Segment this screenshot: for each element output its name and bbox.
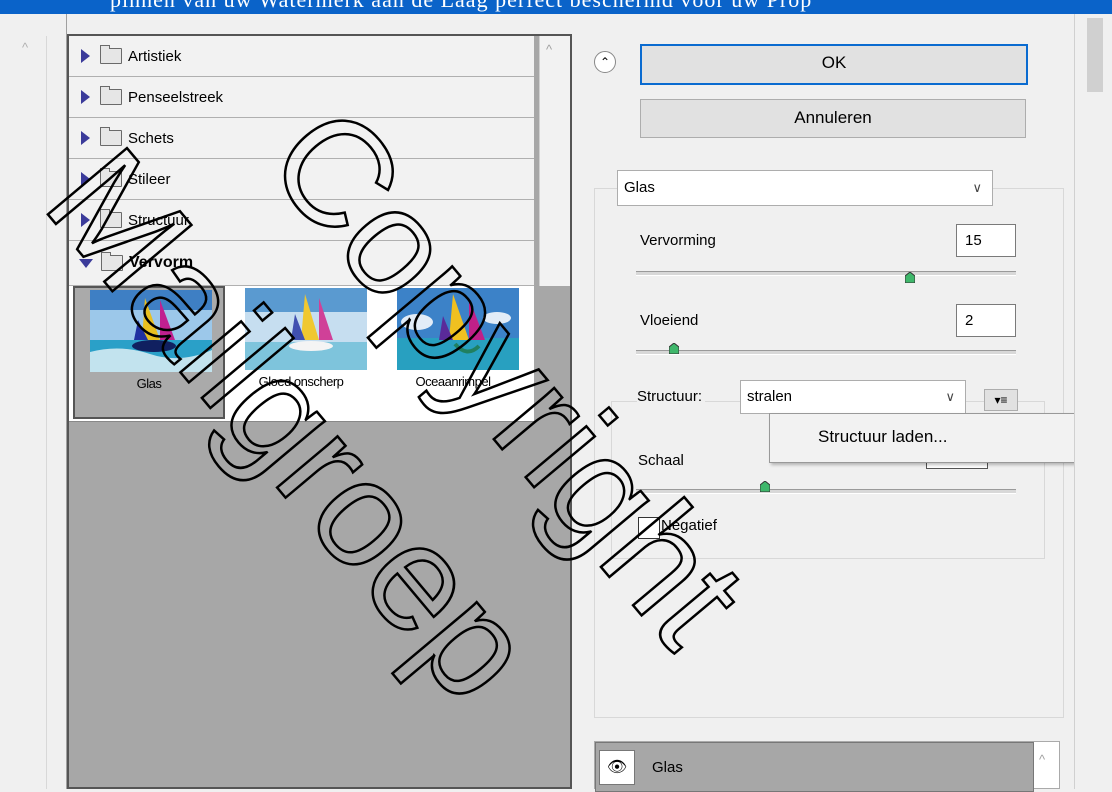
structuur-label: Structuur:	[637, 388, 706, 405]
effect-layer-row[interactable]: 👁 Glas	[595, 742, 1034, 792]
schaal-slider-knob[interactable]	[760, 481, 771, 492]
expand-triangle-icon	[81, 172, 90, 186]
chevron-down-icon: ∨	[945, 389, 955, 404]
gloed-onscherp-preview-image	[245, 288, 367, 370]
cancel-button[interactable]: Annuleren	[640, 99, 1026, 138]
negatief-checkbox[interactable]	[638, 517, 660, 539]
thumbnail-label: Glas	[136, 376, 162, 391]
category-schets[interactable]: Schets	[69, 118, 534, 159]
oceaanrimpel-preview-image	[397, 288, 519, 370]
category-structuur[interactable]: Structuur	[69, 200, 534, 241]
vloeiend-label: Vloeiend	[640, 312, 699, 329]
vervorming-label: Vervorming	[640, 232, 716, 249]
structuur-select-value: stralen	[747, 388, 793, 405]
glas-preview-image	[90, 290, 212, 372]
effect-layer-label: Glas	[652, 759, 683, 776]
window-scrollbar-thumb[interactable]	[1087, 18, 1103, 92]
collapse-triangle-icon	[79, 258, 93, 268]
eye-icon[interactable]: 👁	[599, 750, 635, 785]
category-label: Penseelstreek	[128, 88, 224, 106]
negatief-label: Negatief	[661, 517, 717, 534]
schaal-slider[interactable]	[636, 489, 1016, 494]
thumbnail-gloed-onscherp[interactable]: Gloed onscherp	[225, 286, 377, 419]
category-label: Vervorm	[129, 254, 194, 271]
chevron-down-icon: ∨	[972, 180, 982, 195]
chevron-up-icon[interactable]: ^	[546, 42, 552, 57]
effect-layers-panel: 👁 Glas ^	[594, 741, 1060, 792]
structuur-select[interactable]: stralen ∨	[740, 380, 966, 414]
expand-triangle-icon	[81, 131, 90, 145]
folder-icon	[100, 45, 122, 64]
menu-item-structuur-laden[interactable]: Structuur laden...	[818, 427, 947, 447]
structuur-context-menu: Structuur laden...	[769, 413, 1105, 463]
vervorming-slider[interactable]	[636, 271, 1016, 276]
thumbnail-label: Gloed onscherp	[258, 374, 344, 389]
category-vervorm[interactable]: Vervorm	[69, 241, 534, 286]
folder-icon	[100, 168, 122, 187]
expand-triangle-icon	[81, 90, 90, 104]
panel-menu-icon[interactable]: ▾≡	[984, 389, 1018, 411]
thumbnail-glas[interactable]: Glas	[73, 286, 225, 419]
preview-scrollbar[interactable]	[46, 36, 66, 789]
folder-icon	[100, 209, 122, 228]
vloeiend-slider[interactable]	[636, 350, 1016, 355]
vervorming-field[interactable]: 15	[956, 224, 1016, 257]
filter-select[interactable]: Glas ∨	[617, 170, 993, 206]
vloeiend-slider-knob[interactable]	[669, 343, 679, 354]
title-strip-text: pinnen van uw Watermerk aan de Laag perf…	[110, 0, 812, 13]
filter-gallery: Artistiek Penseelstreek Schets Stileer S…	[67, 34, 572, 789]
folder-icon	[100, 127, 122, 146]
window-title-strip: pinnen van uw Watermerk aan de Laag perf…	[0, 0, 1112, 14]
open-folder-icon	[101, 252, 123, 271]
thumbnail-label: Oceaanrimpel	[415, 374, 491, 389]
category-label: Schets	[128, 129, 174, 147]
filter-select-value: Glas	[624, 179, 655, 196]
category-artistiek[interactable]: Artistiek	[69, 36, 534, 77]
thumbnail-oceaanrimpel[interactable]: Oceaanrimpel	[377, 286, 529, 419]
ok-button[interactable]: OK	[640, 44, 1028, 85]
double-chevron-up-icon: ⌃	[599, 55, 611, 69]
schaal-label: Schaal	[638, 452, 684, 469]
expand-triangle-icon	[81, 213, 90, 227]
chevron-up-icon[interactable]: ^	[22, 40, 38, 56]
chevron-up-icon[interactable]: ^	[1039, 752, 1045, 767]
filter-thumbnails: Glas Gloed onscherp Oceaanrimpel	[69, 286, 534, 422]
vloeiend-field[interactable]: 2	[956, 304, 1016, 337]
vervorming-slider-knob[interactable]	[904, 272, 915, 283]
category-label: Stileer	[128, 170, 171, 188]
gallery-scrollbar[interactable]: ^	[539, 36, 570, 286]
folder-icon	[100, 86, 122, 105]
category-penseelstreek[interactable]: Penseelstreek	[69, 77, 534, 118]
expand-triangle-icon	[81, 49, 90, 63]
category-label: Artistiek	[128, 47, 182, 65]
category-label: Structuur	[128, 211, 189, 229]
category-stileer[interactable]: Stileer	[69, 159, 534, 200]
collapse-gallery-button[interactable]: ⌃	[594, 51, 616, 73]
window-scrollbar[interactable]	[1074, 14, 1112, 789]
